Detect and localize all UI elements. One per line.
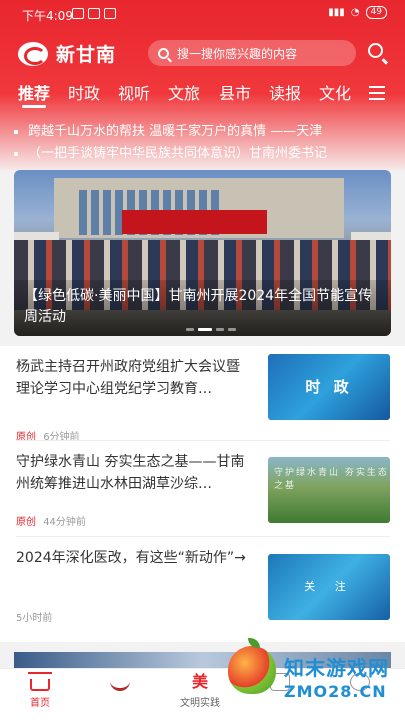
status-right: ▮▮▮ ◔ 49: [328, 6, 387, 19]
app-logo-icon: [18, 41, 48, 66]
active-tab-indicator: [22, 105, 46, 108]
bullet-icon: [14, 151, 18, 156]
search-placeholder: 搜一搜你感兴趣的内容: [177, 46, 298, 61]
thumbnail-label: 关 注: [304, 580, 354, 593]
status-time: 下午4:09: [22, 9, 73, 23]
news-item[interactable]: 2024年深化医改，有这些“新动作”→ 5小时前 关 注: [0, 537, 405, 642]
carousel-dot: [186, 328, 194, 331]
ticker-item[interactable]: （一把手谈铸牢中华民族共同体意识）甘南州委书记: [14, 142, 394, 161]
tab-culture-tourism[interactable]: 文旅: [168, 80, 200, 104]
watermark-text: 知末游戏网: [284, 656, 389, 680]
app-brand: 新甘南: [18, 40, 116, 67]
watermark: 知末游戏网 ZMO28.CN: [222, 638, 402, 710]
news-title: 2024年深化医改，有这些“新动作”→: [16, 550, 246, 566]
menu-icon[interactable]: [369, 86, 385, 100]
news-time: 5小时前: [16, 613, 53, 624]
battery-icon: 49: [365, 6, 387, 19]
tab-audiovisual[interactable]: 视听: [118, 80, 150, 104]
nav-label: 首页: [30, 698, 50, 709]
tab-counties[interactable]: 县市: [219, 80, 251, 104]
wifi-icon: ◔: [350, 7, 360, 18]
home-icon: [28, 672, 52, 691]
tab-politics[interactable]: 时政: [68, 80, 100, 104]
carousel-dot-active: [198, 328, 212, 331]
status-bar: 下午4:09 ▮▮▮ ◔ 49: [0, 0, 405, 28]
news-item[interactable]: 守护绿水青山 夯实生态之基——甘南州统筹推进山水林田湖草沙综… 原创 44分钟前…: [0, 441, 405, 551]
thumbnail-label: 时 政: [305, 378, 353, 396]
civilization-icon: 美: [191, 672, 208, 691]
news-title: 守护绿水青山 夯实生态之基——甘南州统筹推进山水林田湖草沙综…: [16, 454, 245, 492]
signal-icon: ▮▮▮: [328, 7, 345, 18]
category-tabs: 推荐 时政 视听 文旅 县市 读报 文化: [0, 80, 405, 108]
search-button[interactable]: [368, 43, 389, 64]
watermark-apple-logo: [228, 646, 276, 694]
notification-icon: [72, 8, 84, 19]
nav-label: 文明实践: [180, 698, 220, 709]
news-thumbnail: 关 注: [268, 554, 390, 620]
news-time: 44分钟前: [43, 517, 86, 528]
carousel-dot: [228, 328, 236, 331]
news-title: 杨武主持召开州政府党组扩大会议暨理论学习中心组党纪学习教育…: [16, 359, 240, 397]
bullet-icon: [14, 129, 18, 134]
carousel-dot: [216, 328, 224, 331]
search-icon: [158, 47, 169, 59]
notification-icon: [104, 8, 116, 19]
tab-newspaper[interactable]: 读报: [269, 80, 301, 104]
nav-civilization[interactable]: 美 文明实践: [172, 672, 228, 710]
watermark-url: ZMO28.CN: [284, 682, 387, 701]
deer-icon: [110, 673, 130, 691]
news-meta: 5小时前: [16, 609, 52, 624]
tab-culture[interactable]: 文化: [319, 80, 351, 104]
search-input[interactable]: 搜一搜你感兴趣的内容: [148, 40, 356, 66]
thumbnail-label: 守护绿水青山 夯实生态之基: [274, 468, 389, 491]
nav-item-deer[interactable]: [92, 673, 148, 694]
ticker-item[interactable]: 跨越千山万水的帮扶 温暖千家万户的真情 ——天津: [14, 120, 394, 139]
news-meta: 原创 44分钟前: [16, 513, 86, 528]
news-thumbnail: 守护绿水青山 夯实生态之基: [268, 457, 390, 523]
search-icon: [368, 43, 383, 58]
nav-home[interactable]: 首页: [12, 672, 68, 709]
news-thumbnail: 时 政: [268, 354, 390, 420]
tab-recommend[interactable]: 推荐: [18, 80, 50, 104]
featured-banner[interactable]: 【绿色低碳·美丽中国】甘南州开展2024年全国节能宣传周活动: [14, 170, 391, 336]
notification-icon: [88, 8, 100, 19]
original-badge: 原创: [16, 517, 36, 528]
notification-icons: [72, 8, 116, 19]
carousel-indicator: [186, 328, 236, 331]
app-name: 新甘南: [56, 44, 117, 66]
